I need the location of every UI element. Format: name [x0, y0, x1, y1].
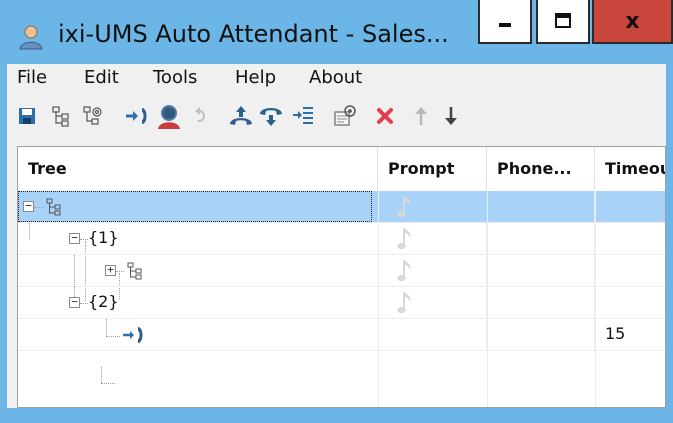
prompt-note-icon[interactable] [396, 194, 416, 220]
properties-button[interactable] [331, 102, 359, 130]
column-header-tree[interactable]: Tree [18, 147, 378, 191]
tree-row-root[interactable]: − [18, 191, 665, 223]
minimize-button[interactable] [478, 0, 532, 44]
prompt-cell[interactable] [378, 223, 487, 254]
hangup-icon [260, 108, 282, 126]
hangup-button[interactable] [257, 102, 285, 130]
undo-icon [195, 107, 205, 123]
app-window: ixi-UMS Auto Attendant - Sales... x File… [0, 0, 673, 423]
phone-cell[interactable] [487, 255, 595, 286]
transfer-button[interactable] [123, 102, 151, 130]
column-separator [595, 191, 596, 407]
menu-file[interactable]: File [13, 67, 51, 88]
menu-help[interactable]: Help [231, 67, 280, 88]
collapse-toggle[interactable]: − [69, 296, 80, 308]
phone-cell[interactable] [487, 223, 595, 254]
move-up-icon [415, 107, 427, 125]
move-down-icon [445, 107, 457, 125]
delete-icon [377, 108, 393, 124]
phone-cell[interactable] [487, 319, 595, 350]
move-down-button[interactable] [437, 102, 465, 130]
menu-insert-icon [293, 107, 313, 124]
expand-toggle[interactable]: + [105, 264, 116, 276]
close-button[interactable]: x [592, 0, 673, 44]
window-title: ixi-UMS Auto Attendant - Sales... [58, 20, 449, 48]
grid-header: Tree Prompt Phone... Timeou [18, 147, 665, 192]
menu-edit[interactable]: Edit [80, 67, 123, 88]
transfer-icon [126, 108, 147, 124]
menu-bar: File Edit Tools Help About [7, 64, 666, 94]
prompt-cell[interactable] [378, 319, 487, 350]
delete-button[interactable] [371, 102, 399, 130]
timeout-cell[interactable]: 15 [605, 324, 625, 343]
column-separator [378, 191, 379, 407]
maximize-icon [555, 13, 571, 28]
save-icon [19, 108, 35, 124]
close-icon: x [625, 8, 640, 34]
prompt-cell[interactable] [378, 287, 487, 318]
tree-grid[interactable]: Tree Prompt Phone... Timeou − − {1} + − … [17, 146, 666, 408]
pickup-button[interactable] [227, 102, 255, 130]
tree-button[interactable] [47, 102, 75, 130]
tree-icon [52, 106, 69, 127]
pickup-icon [230, 106, 252, 125]
tree-node-icon [127, 262, 142, 280]
focus-rectangle [18, 191, 372, 222]
maximize-button[interactable] [536, 0, 590, 44]
menu-insert-button[interactable] [289, 102, 317, 130]
column-header-timeout[interactable]: Timeou [595, 147, 665, 191]
column-separator [487, 191, 488, 407]
tree-row-1[interactable]: − {1} [18, 223, 665, 255]
move-up-button[interactable] [407, 102, 435, 130]
tree-settings-icon [83, 106, 102, 125]
column-header-phone[interactable]: Phone... [487, 147, 595, 191]
tree-row-subtree[interactable]: + [18, 255, 665, 287]
collapse-toggle[interactable]: − [23, 200, 34, 212]
user-icon [19, 25, 43, 50]
minimize-icon [499, 23, 511, 27]
column-header-prompt[interactable]: Prompt [378, 147, 487, 191]
menu-about[interactable]: About [305, 67, 366, 88]
menu-tools[interactable]: Tools [149, 67, 201, 88]
tree-row-transfer[interactable]: 15 [18, 319, 665, 351]
tree-node-label: {2} [88, 292, 119, 311]
client-area: File Edit Tools Help About Tree Prompt P… [7, 64, 666, 408]
toolbar [7, 96, 666, 136]
transfer-icon [123, 327, 143, 343]
phone-cell[interactable] [487, 191, 595, 222]
undo-button[interactable] [187, 102, 215, 130]
agent-button[interactable] [155, 102, 183, 130]
prompt-cell[interactable] [378, 255, 487, 286]
phone-cell[interactable] [487, 287, 595, 318]
properties-icon [334, 105, 356, 126]
tree-node-icon [46, 198, 61, 216]
collapse-toggle[interactable]: − [69, 232, 80, 244]
agent-icon [158, 105, 180, 129]
save-button[interactable] [13, 102, 41, 130]
tree-row-2[interactable]: − {2} [18, 287, 665, 319]
title-bar[interactable]: ixi-UMS Auto Attendant - Sales... x [0, 0, 673, 64]
tree-settings-button[interactable] [79, 102, 107, 130]
tree-node-label: {1} [88, 228, 119, 247]
